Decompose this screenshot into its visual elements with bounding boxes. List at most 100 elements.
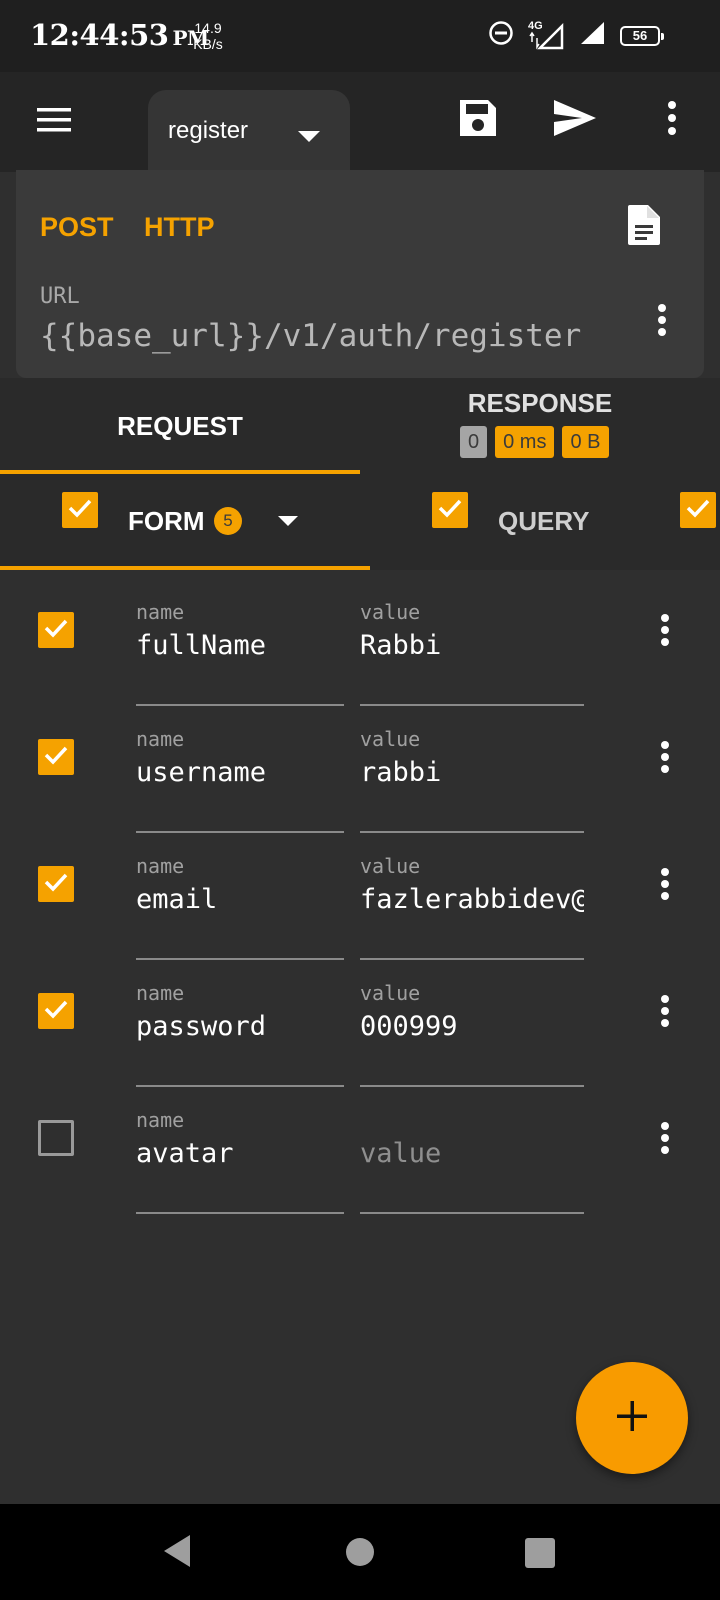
- param-enabled-checkbox[interactable]: [38, 1120, 74, 1156]
- app-bar: register: [0, 72, 720, 172]
- param-value-field[interactable]: value fazlerabbidev@: [360, 854, 584, 960]
- param-name-label: name: [136, 600, 185, 624]
- param-value-value: 000999: [360, 1011, 458, 1042]
- param-name-label: name: [136, 727, 185, 751]
- checkmark-icon: [42, 614, 70, 647]
- param-menu-button[interactable]: [645, 1118, 685, 1168]
- screen: 12:44:53 PM 14.9 KB/s 4G 56 register POS…: [0, 0, 720, 1600]
- param-value-label: value: [360, 854, 421, 878]
- checkmark-icon: [42, 741, 70, 774]
- list-item: name password value 000999: [0, 951, 720, 1087]
- param-enabled-checkbox[interactable]: [38, 739, 74, 775]
- param-enabled-checkbox[interactable]: [38, 612, 74, 648]
- protocol-selector[interactable]: HTTP: [144, 212, 215, 243]
- response-status-badge: 0: [460, 426, 488, 458]
- more-vertical-icon: [645, 614, 685, 658]
- param-value-label: value: [360, 727, 421, 751]
- param-value-label: value: [360, 981, 421, 1005]
- documentation-button[interactable]: [626, 204, 666, 250]
- param-name-field[interactable]: name username: [136, 727, 344, 833]
- save-button[interactable]: [458, 98, 504, 144]
- battery-level: 56: [632, 28, 648, 43]
- list-item: name username value rabbi: [0, 697, 720, 833]
- param-name-label: name: [136, 981, 185, 1005]
- method-selector[interactable]: POST: [40, 212, 114, 243]
- signal-4g-icon: 4G: [528, 20, 564, 50]
- param-menu-button[interactable]: [645, 610, 685, 660]
- back-icon[interactable]: [162, 1534, 192, 1573]
- param-name-field[interactable]: name fullName: [136, 600, 344, 706]
- home-icon[interactable]: [346, 1538, 374, 1566]
- checkmark-icon: [42, 995, 70, 1028]
- param-name-value: username: [136, 757, 267, 788]
- param-menu-button[interactable]: [645, 864, 685, 914]
- param-name-value: fullName: [136, 630, 267, 661]
- checkmark-icon: [66, 494, 94, 527]
- param-name-label: name: [136, 1108, 185, 1132]
- param-menu-button[interactable]: [645, 737, 685, 787]
- tab-form[interactable]: FORM: [128, 506, 205, 537]
- document-icon: [626, 205, 662, 250]
- overflow-menu-button[interactable]: [650, 98, 694, 144]
- more-vertical-icon: [650, 101, 694, 146]
- response-badges: 0 0 ms 0 B: [460, 426, 609, 458]
- system-nav-bar: [0, 1504, 720, 1600]
- send-button[interactable]: [552, 98, 602, 144]
- more-vertical-icon: [645, 868, 685, 912]
- param-name-field[interactable]: name avatar: [136, 1108, 344, 1214]
- request-card: POST HTTP URL {{base_url}}/v1/auth/regis…: [16, 170, 704, 378]
- url-menu-button[interactable]: [642, 300, 682, 350]
- add-param-button[interactable]: [576, 1362, 688, 1474]
- param-enabled-checkbox[interactable]: [38, 866, 74, 902]
- list-item: name fullName value Rabbi: [0, 570, 720, 706]
- more-vertical-icon: [642, 304, 682, 348]
- document-selector[interactable]: register: [148, 90, 350, 172]
- tab-request-label: REQUEST: [117, 410, 243, 441]
- recent-apps-icon[interactable]: [525, 1538, 555, 1568]
- chevron-down-icon: [298, 122, 320, 150]
- hamburger-icon: [34, 108, 74, 144]
- dnd-icon: [488, 20, 514, 51]
- url-input[interactable]: {{base_url}}/v1/auth/register: [40, 318, 610, 354]
- more-vertical-icon: [645, 995, 685, 1039]
- more-vertical-icon: [645, 741, 685, 785]
- param-name-field[interactable]: name email: [136, 854, 344, 960]
- plus-icon: [615, 1399, 649, 1438]
- field-underline: [360, 1212, 584, 1214]
- tab-query[interactable]: QUERY: [498, 506, 590, 537]
- param-name-value: email: [136, 884, 218, 915]
- network-speed: 14.9 KB/s: [188, 20, 228, 52]
- param-menu-button[interactable]: [645, 991, 685, 1041]
- param-value-field[interactable]: value: [360, 1108, 584, 1214]
- headers-enabled-checkbox[interactable]: [680, 492, 716, 528]
- tab-response[interactable]: RESPONSE 0 0 ms 0 B: [360, 378, 720, 474]
- status-bar: 12:44:53 PM 14.9 KB/s 4G 56: [0, 0, 720, 72]
- param-value-field[interactable]: value rabbi: [360, 727, 584, 833]
- param-name-value: password: [136, 1011, 267, 1042]
- response-time-badge: 0 ms: [495, 426, 555, 458]
- param-value-value: Rabbi: [360, 630, 442, 661]
- request-response-tabs: REQUEST RESPONSE 0 0 ms 0 B: [0, 378, 720, 474]
- param-enabled-checkbox[interactable]: [38, 993, 74, 1029]
- status-clock: 12:44:53 PM: [30, 18, 209, 52]
- param-value-label: [360, 1108, 584, 1132]
- param-value-field[interactable]: value 000999: [360, 981, 584, 1087]
- status-icons: 4G 56: [488, 20, 664, 51]
- menu-button[interactable]: [34, 100, 78, 144]
- param-name-label: name: [136, 854, 185, 878]
- battery-icon: 56: [620, 25, 664, 46]
- param-value-value: rabbi: [360, 757, 442, 788]
- param-value-field[interactable]: value Rabbi: [360, 600, 584, 706]
- url-label: URL: [40, 284, 80, 309]
- param-name-field[interactable]: name password: [136, 981, 344, 1087]
- tab-request[interactable]: REQUEST: [0, 378, 360, 474]
- param-value-label: value: [360, 600, 421, 624]
- form-enabled-checkbox[interactable]: [62, 492, 98, 528]
- network-speed-value: 14.9: [194, 20, 222, 36]
- form-count-badge: 5: [214, 507, 242, 535]
- query-enabled-checkbox[interactable]: [432, 492, 468, 528]
- checkmark-icon: [684, 494, 712, 527]
- save-icon: [458, 100, 498, 142]
- chevron-down-icon[interactable]: [278, 514, 298, 532]
- field-underline: [136, 1212, 344, 1214]
